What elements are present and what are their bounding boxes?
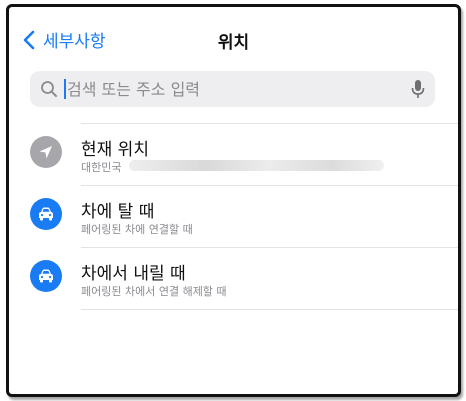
item-title: 차에서 내릴 때 — [81, 264, 186, 284]
item-subtitle: 대한민국 — [81, 161, 122, 174]
search-bar[interactable] — [30, 71, 435, 107]
item-subtitle: 페어링된 차에 연결할 때 — [81, 223, 193, 236]
list-item-getting-in-car[interactable]: 차에 탈 때 페어링된 차에 연결할 때 — [9, 186, 458, 247]
list-divider — [81, 309, 458, 310]
item-subtitle: 페어링된 차에서 연결 해제할 때 — [81, 285, 227, 298]
navigation-bar: 세부사항 위치 — [9, 7, 458, 71]
location-arrow-icon — [30, 136, 62, 168]
car-icon — [30, 260, 62, 292]
microphone-icon[interactable] — [411, 79, 425, 99]
car-icon — [30, 198, 62, 230]
search-input[interactable] — [67, 79, 397, 99]
item-title: 차에 탈 때 — [81, 202, 155, 222]
item-title: 현재 위치 — [81, 140, 149, 160]
search-icon — [41, 81, 57, 97]
page-title: 위치 — [217, 33, 250, 53]
blurred-address — [129, 160, 384, 171]
list-item-getting-out-of-car[interactable]: 차에서 내릴 때 페어링된 차에서 연결 해제할 때 — [9, 248, 458, 309]
app-window: 세부사항 위치 현재 위치 대한민국 — [6, 4, 461, 397]
text-cursor — [64, 79, 66, 99]
list-item-current-location[interactable]: 현재 위치 대한민국 — [9, 124, 458, 185]
